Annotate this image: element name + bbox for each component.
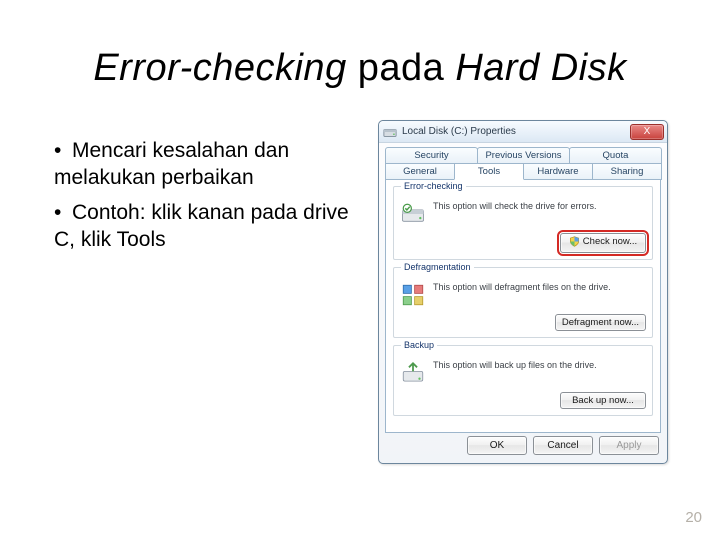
group-error-checking: Error-checking This option will check th… xyxy=(393,186,653,260)
shield-icon xyxy=(569,236,580,247)
bullet-dot: • xyxy=(54,200,72,227)
bullet-text-2: Contoh: klik kanan pada drive C, klik To… xyxy=(54,201,349,251)
drive-icon xyxy=(383,125,397,139)
error-checking-desc: This option will check the drive for err… xyxy=(433,201,646,211)
tab-general[interactable]: General xyxy=(385,163,455,180)
check-now-button[interactable]: Check now... xyxy=(560,233,646,253)
tab-security[interactable]: Security xyxy=(385,147,478,163)
cancel-button[interactable]: Cancel xyxy=(533,436,593,455)
group-label-backup: Backup xyxy=(401,340,437,350)
error-checking-icon xyxy=(400,201,426,227)
window-body: Security Previous Versions Quota General… xyxy=(379,143,667,439)
backup-desc: This option will back up files on the dr… xyxy=(433,360,646,370)
tab-quota[interactable]: Quota xyxy=(569,147,662,163)
dialog-footer: OK Cancel Apply xyxy=(467,436,659,455)
bullet-dot: • xyxy=(54,138,72,165)
slide: Error-checking pada Hard Disk •Mencari k… xyxy=(0,0,720,540)
ok-button[interactable]: OK xyxy=(467,436,527,455)
apply-button[interactable]: Apply xyxy=(599,436,659,455)
tab-previous-versions[interactable]: Previous Versions xyxy=(477,147,570,163)
properties-dialog: Local Disk (C:) Properties X Security Pr… xyxy=(378,120,668,464)
bullet-item-2: •Contoh: klik kanan pada drive C, klik T… xyxy=(54,200,354,254)
defrag-desc: This option will defragment files on the… xyxy=(433,282,646,292)
backup-icon xyxy=(400,360,426,386)
tab-strip: Security Previous Versions Quota General… xyxy=(385,147,661,180)
title-part-2: pada xyxy=(347,47,456,89)
bullet-item-1: •Mencari kesalahan dan melakukan perbaik… xyxy=(54,138,354,192)
group-defragmentation: Defragmentation This option will defragm… xyxy=(393,267,653,338)
tab-sharing[interactable]: Sharing xyxy=(592,163,662,180)
close-button[interactable]: X xyxy=(630,124,664,140)
title-part-1: Error-checking xyxy=(93,47,346,89)
tab-hardware[interactable]: Hardware xyxy=(523,163,593,180)
title-part-3: Hard Disk xyxy=(455,47,626,89)
tab-tools[interactable]: Tools xyxy=(454,163,524,180)
bullet-list: •Mencari kesalahan dan melakukan perbaik… xyxy=(54,138,354,262)
group-label-error-checking: Error-checking xyxy=(401,181,466,191)
page-number: 20 xyxy=(685,509,702,526)
bullet-text-1: Mencari kesalahan dan melakukan perbaika… xyxy=(54,139,289,189)
group-backup: Backup This option will back up files on… xyxy=(393,345,653,416)
check-now-label: Check now... xyxy=(583,236,637,247)
defrag-icon xyxy=(400,282,426,308)
title-bar[interactable]: Local Disk (C:) Properties X xyxy=(379,121,667,143)
backup-now-button[interactable]: Back up now... xyxy=(560,392,646,409)
slide-title: Error-checking pada Hard Disk xyxy=(0,47,720,90)
tab-panel-tools: Error-checking This option will check th… xyxy=(385,179,661,433)
window-title: Local Disk (C:) Properties xyxy=(402,126,625,137)
group-label-defragmentation: Defragmentation xyxy=(401,262,474,272)
defragment-now-button[interactable]: Defragment now... xyxy=(555,314,646,331)
